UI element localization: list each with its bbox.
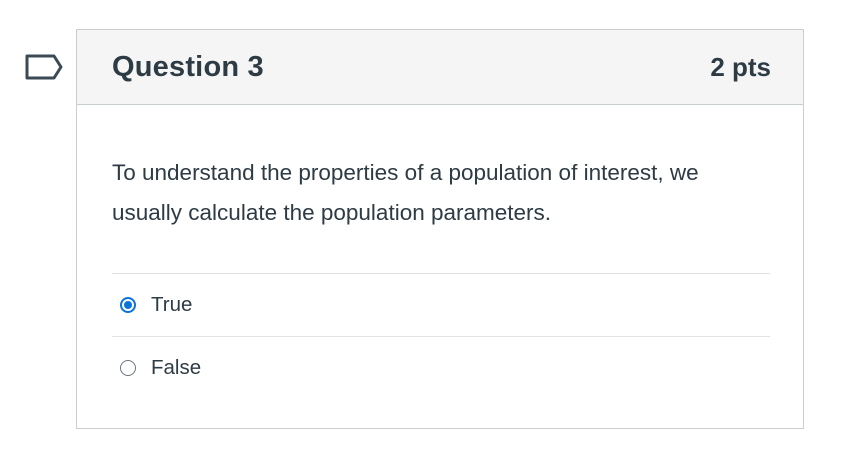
radio-button-selected-icon[interactable]	[120, 297, 136, 313]
answer-option-true[interactable]: True	[112, 274, 770, 337]
question-points: 2 pts	[710, 51, 771, 82]
answer-list: True False	[112, 273, 770, 399]
radio-button-icon[interactable]	[120, 360, 136, 376]
question-body: To understand the properties of a popula…	[77, 105, 803, 399]
answer-label: True	[151, 293, 193, 316]
question-header: Question 3 2 pts	[77, 30, 803, 105]
flag-question-icon[interactable]	[24, 53, 64, 81]
question-title: Question 3	[112, 50, 264, 83]
question-card: Question 3 2 pts To understand the prope…	[76, 29, 804, 429]
question-text: To understand the properties of a popula…	[112, 160, 699, 225]
answer-option-false[interactable]: False	[112, 337, 770, 399]
answer-label: False	[151, 356, 202, 379]
quiz-page: Question 3 2 pts To understand the prope…	[0, 0, 843, 458]
